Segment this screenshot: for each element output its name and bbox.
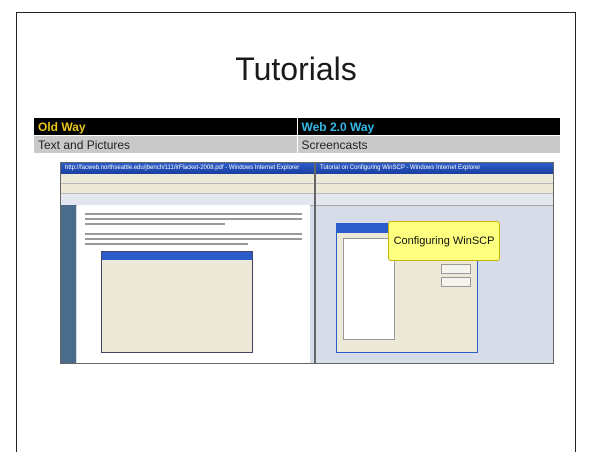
old-way-screenshot: http://facweb.northseattle.edu/jbench/11… [60,162,315,364]
table-header-row: Old Way Web 2.0 Way [33,117,561,136]
winscp-login-dialog-image [101,251,253,353]
screencast-callout: Configuring WinSCP [388,221,500,261]
menu-bar [316,184,553,194]
address-bar [61,174,314,184]
browser-title-bar: http://facweb.northseattle.edu/jbench/11… [61,163,314,174]
cell-screencasts: Screencasts [296,135,561,154]
address-bar [316,174,553,184]
table-row: Text and Pictures Screencasts [33,135,561,154]
cell-text-and-pictures: Text and Pictures [33,135,298,154]
web20-way-screenshot: Tutorial on Configuring WinSCP - Windows… [315,162,554,364]
browser-title-bar: Tutorial on Configuring WinSCP - Windows… [316,163,553,174]
tab-bar [316,194,553,206]
header-web20-way: Web 2.0 Way [296,117,561,136]
header-old-way: Old Way [33,117,298,136]
menu-bar [61,184,314,194]
pdf-sidebar [61,205,76,363]
slide-title: Tutorials [235,51,357,87]
comparison-table: Old Way Web 2.0 Way Text and Pictures Sc… [33,117,561,154]
